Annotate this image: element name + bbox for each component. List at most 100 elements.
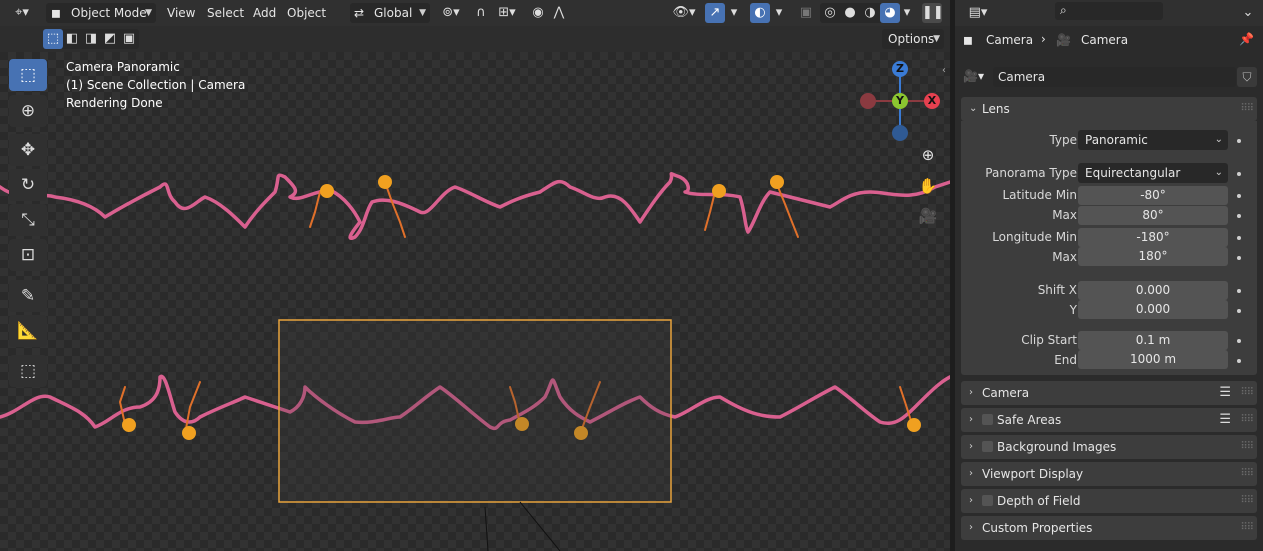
- latitude-min-field[interactable]: -80°: [1078, 186, 1228, 205]
- datablock-name: Camera: [998, 70, 1046, 84]
- falloff-icon[interactable]: ⋀: [549, 3, 569, 23]
- mode-dropdown[interactable]: ◼ Object Mode ▼: [46, 3, 156, 23]
- shift-x-field[interactable]: 0.000: [1078, 281, 1228, 300]
- axis-neg-x[interactable]: [860, 93, 876, 109]
- zoom-icon[interactable]: ⊕: [917, 144, 939, 166]
- select-extend-icon[interactable]: ◧: [62, 29, 82, 49]
- clip-end-field[interactable]: 1000 m: [1078, 350, 1228, 369]
- select-subtract-icon[interactable]: ◨: [81, 29, 101, 49]
- keyframe-dot[interactable]: [1237, 256, 1241, 260]
- menu-view[interactable]: View: [167, 3, 195, 23]
- select-new-icon[interactable]: ⬚: [43, 29, 63, 49]
- keyframe-dot[interactable]: [1237, 194, 1241, 198]
- axis-x[interactable]: X: [924, 93, 940, 109]
- drag-grip-icon[interactable]: ⠿⠿: [1240, 408, 1254, 432]
- visibility-icon[interactable]: 👁▾: [670, 3, 698, 23]
- overlay-toggle-icon[interactable]: ◐: [750, 3, 770, 23]
- menu-add[interactable]: Add: [253, 3, 276, 23]
- panel-camera-title: Camera: [982, 386, 1030, 400]
- safe-areas-checkbox[interactable]: [982, 414, 993, 425]
- panel-lens[interactable]: ⌄ Lens ⠿⠿: [961, 97, 1257, 121]
- longitude-max-field[interactable]: 180°: [1078, 247, 1228, 266]
- collection-info: (1) Scene Collection | Camera: [66, 78, 246, 92]
- fake-user-shield-icon[interactable]: ⛉: [1237, 67, 1257, 87]
- clip-start-field[interactable]: 0.1 m: [1078, 331, 1228, 350]
- drag-grip-icon[interactable]: ⠿⠿: [1240, 381, 1254, 405]
- add-cube-icon[interactable]: ⬚: [9, 355, 47, 387]
- material-shading-icon[interactable]: ◑: [860, 3, 880, 23]
- shift-y-field[interactable]: 0.000: [1078, 300, 1228, 319]
- search-input[interactable]: ⌕: [1055, 2, 1163, 20]
- panorama-type-dropdown[interactable]: Equirectangular ⌄: [1078, 163, 1228, 183]
- keyframe-dot[interactable]: [1237, 309, 1241, 313]
- panel-custom-properties[interactable]: › Custom Properties ⠿⠿: [961, 516, 1257, 540]
- gizmo-toggle-icon[interactable]: ↗: [705, 3, 725, 23]
- panel-depth-of-field[interactable]: › Depth of Field ⠿⠿: [961, 489, 1257, 513]
- select-invert-icon[interactable]: ◩: [100, 29, 120, 49]
- pan-hand-icon[interactable]: ✋: [917, 175, 939, 197]
- axis-neg-z[interactable]: [892, 125, 908, 141]
- scale-icon[interactable]: ⤡: [9, 204, 47, 236]
- collapse-sidebar-icon[interactable]: ‹: [942, 65, 946, 76]
- keyframe-dot[interactable]: [1237, 359, 1241, 363]
- background-images-checkbox[interactable]: [982, 441, 993, 452]
- move-icon[interactable]: ✥: [9, 134, 47, 166]
- drag-grip-icon[interactable]: ⠿⠿: [1240, 435, 1254, 459]
- panel-safe-areas[interactable]: › Safe Areas ☰ ⠿⠿: [961, 408, 1257, 432]
- depth-of-field-checkbox[interactable]: [982, 495, 993, 506]
- keyframe-dot[interactable]: [1237, 172, 1241, 176]
- pivot-icon[interactable]: ⊚▾: [437, 3, 465, 23]
- panel-background-images[interactable]: › Background Images ⠿⠿: [961, 435, 1257, 459]
- drag-grip-icon[interactable]: ⠿⠿: [1240, 97, 1254, 121]
- menu-object[interactable]: Object: [287, 3, 326, 23]
- latitude-max-field[interactable]: 80°: [1078, 206, 1228, 225]
- snap-icon[interactable]: ∩: [471, 3, 491, 23]
- pin-icon[interactable]: 📌: [1239, 32, 1254, 46]
- chevron-down-icon[interactable]: ⌄: [1238, 3, 1258, 23]
- chevron-down-icon[interactable]: ▾: [772, 3, 786, 23]
- solid-shading-icon[interactable]: ●: [840, 3, 860, 23]
- drag-grip-icon[interactable]: ⠿⠿: [1240, 489, 1254, 513]
- menu-select[interactable]: Select: [207, 3, 244, 23]
- keyframe-dot[interactable]: [1237, 214, 1241, 218]
- drag-grip-icon[interactable]: ⠿⠿: [1240, 516, 1254, 540]
- wireframe-shading-icon[interactable]: ◎: [820, 3, 840, 23]
- measure-icon[interactable]: 📐: [9, 315, 47, 347]
- snap-target-icon[interactable]: ⊞▾: [493, 3, 521, 23]
- breadcrumb-object: Camera: [986, 33, 1034, 47]
- keyframe-dot[interactable]: [1237, 139, 1241, 143]
- chevron-down-icon[interactable]: ▾: [727, 3, 741, 23]
- keyframe-dot[interactable]: [1237, 236, 1241, 240]
- annotate-icon[interactable]: ✎: [9, 280, 47, 312]
- rotate-icon[interactable]: ↻: [9, 169, 47, 201]
- panel-camera[interactable]: › Camera ☰ ⠿⠿: [961, 381, 1257, 405]
- camera-view-icon[interactable]: 🎥: [917, 205, 939, 227]
- axis-z[interactable]: Z: [892, 61, 908, 77]
- drag-grip-icon[interactable]: ⠿⠿: [1240, 462, 1254, 486]
- editor-type-icon[interactable]: ⌖▾: [6, 3, 38, 23]
- xray-icon[interactable]: ▣: [796, 3, 816, 23]
- options-dropdown[interactable]: Options ▼: [882, 29, 944, 49]
- cursor-icon[interactable]: ⊕: [9, 95, 47, 127]
- keyframe-dot[interactable]: [1237, 289, 1241, 293]
- rendered-shading-icon[interactable]: ◕: [880, 3, 900, 23]
- panel-viewport-display[interactable]: › Viewport Display ⠿⠿: [961, 462, 1257, 486]
- datablock-type-icon[interactable]: 🎥▾: [961, 67, 991, 87]
- datablock-name-field[interactable]: Camera: [993, 67, 1236, 87]
- type-dropdown[interactable]: Panoramic ⌄: [1078, 130, 1228, 150]
- longitude-min-field[interactable]: -180°: [1078, 228, 1228, 247]
- chevron-down-icon[interactable]: ▾: [900, 3, 914, 23]
- select-intersect-icon[interactable]: ▣: [119, 29, 139, 49]
- presets-list-icon[interactable]: ☰: [1219, 381, 1231, 405]
- orientation-dropdown[interactable]: ⇄ Global ▼: [350, 3, 430, 23]
- chevron-down-icon: ⌄: [969, 103, 978, 114]
- transform-icon[interactable]: ⊡: [9, 239, 47, 271]
- editor-type-icon[interactable]: ▤▾: [962, 3, 994, 23]
- keyframe-dot[interactable]: [1237, 339, 1241, 343]
- presets-list-icon[interactable]: ☰: [1219, 408, 1231, 432]
- axis-y[interactable]: Y: [892, 93, 908, 109]
- pause-render-icon[interactable]: ❚❚: [922, 3, 944, 23]
- select-box-icon[interactable]: ⬚: [9, 59, 47, 91]
- 3d-viewport[interactable]: ⌖▾ ◼ Object Mode ▼ View Select Add Objec…: [0, 0, 950, 551]
- proportional-edit-icon[interactable]: ◉: [528, 3, 548, 23]
